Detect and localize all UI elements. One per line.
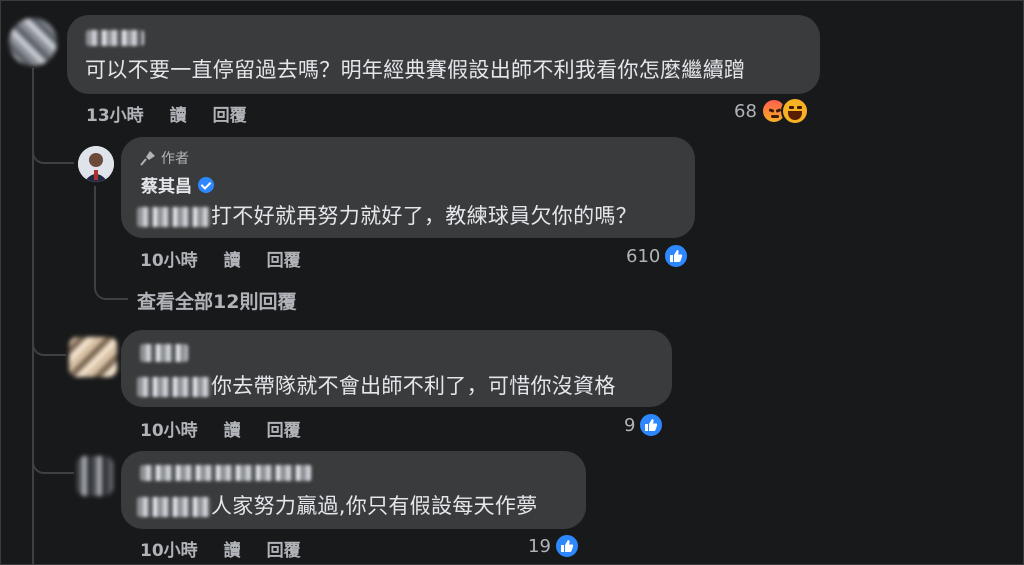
comment-text-body: 打不好就再努力就好了，教練球員欠你的嗎？ (211, 204, 637, 228)
like-icon (638, 412, 665, 438)
comment-text: 可以不要一直停留過去嗎？明年經典賽假設出師不利我看你怎麼繼續蹭 (85, 58, 746, 82)
comment-time[interactable]: 10小時 (140, 536, 198, 561)
read-button[interactable]: 讀 (224, 246, 241, 271)
thread-connector-view-all (94, 270, 128, 300)
thread-connector-3 (32, 448, 74, 474)
comment-time[interactable]: 10小時 (140, 416, 198, 441)
reaction-count: 9 (624, 414, 636, 436)
thread-connector-2 (32, 330, 66, 356)
like-icon (553, 533, 580, 559)
view-all-replies-link[interactable]: 查看全部12則回覆 (137, 287, 296, 314)
read-button[interactable]: 讀 (224, 536, 241, 561)
author-badge: 作者 (140, 148, 189, 168)
comment-text-body: 你去帶隊就不會出師不利了，可惜你沒資格 (211, 374, 616, 398)
comment-text: 人家努力贏過,你只有假設每天作夢 (137, 490, 537, 520)
comment-actions: 13小時 讀 回覆 (86, 101, 273, 126)
redacted-username[interactable] (140, 465, 312, 481)
reaction-summary[interactable]: 9 (624, 412, 665, 438)
like-icon (663, 243, 690, 269)
reaction-summary[interactable]: 68 (734, 97, 809, 125)
redacted-username[interactable] (86, 30, 144, 46)
reaction-count: 19 (528, 535, 551, 557)
redacted-mention[interactable] (137, 497, 211, 517)
haha-icon (780, 97, 809, 125)
author-badge-label: 作者 (161, 151, 189, 167)
reaction-count: 68 (734, 100, 757, 122)
reply-button[interactable]: 回覆 (267, 246, 301, 271)
reaction-count: 610 (626, 245, 661, 267)
reply-button[interactable]: 回覆 (267, 416, 301, 441)
author-name[interactable]: 蔡其昌 (141, 172, 214, 197)
comment-actions: 10小時 讀 回覆 (140, 536, 327, 561)
avatar[interactable] (69, 337, 117, 377)
reply-button[interactable]: 回覆 (213, 101, 247, 126)
comment-text-body: 人家努力贏過,你只有假設每天作夢 (211, 494, 538, 518)
comment-text: 你去帶隊就不會出師不利了，可惜你沒資格 (137, 370, 616, 400)
redacted-username[interactable] (140, 344, 188, 362)
comment-actions: 10小時 讀 回覆 (140, 416, 327, 441)
reply-button[interactable]: 回覆 (267, 536, 301, 561)
read-button[interactable]: 讀 (170, 101, 187, 126)
comment-time[interactable]: 13小時 (86, 101, 144, 126)
reaction-summary[interactable]: 610 (626, 243, 690, 269)
read-button[interactable]: 讀 (224, 416, 241, 441)
comment-text: 打不好就再努力就好了，教練球員欠你的嗎？ (137, 200, 637, 230)
author-avatar[interactable] (78, 146, 114, 182)
avatar[interactable] (77, 456, 113, 496)
thread-connector-1 (32, 138, 74, 164)
author-name-text: 蔡其昌 (141, 177, 192, 197)
redacted-mention[interactable] (137, 377, 211, 397)
verified-badge-icon (198, 176, 214, 193)
comment-actions: 10小時 讀 回覆 (140, 246, 327, 271)
reaction-summary[interactable]: 19 (528, 533, 580, 559)
redacted-mention[interactable] (137, 207, 211, 227)
thread-line-reply (94, 186, 96, 276)
comment-time[interactable]: 10小時 (140, 246, 198, 271)
microphone-icon (140, 151, 155, 166)
avatar[interactable] (9, 18, 57, 66)
